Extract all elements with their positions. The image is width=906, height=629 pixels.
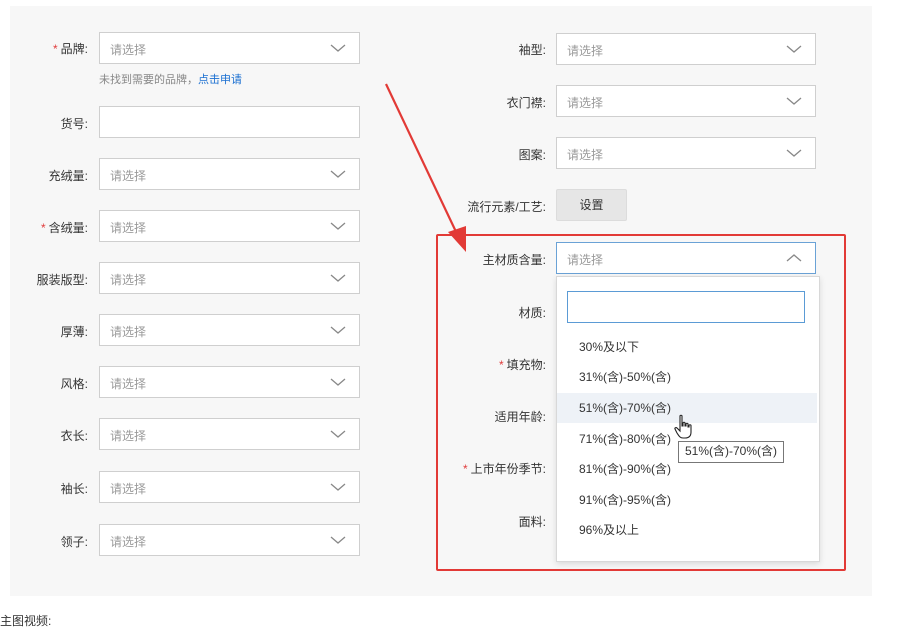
collar-select[interactable]: 请选择 — [99, 524, 360, 556]
style-label: 风格: — [60, 377, 88, 391]
down-content-select[interactable]: 请选择 — [99, 210, 360, 242]
chevron-down-icon — [330, 222, 346, 230]
chevron-down-icon — [330, 44, 346, 52]
sleeve-type-label: 袖型: — [518, 43, 546, 57]
down-fill-amount-select[interactable]: 请选择 — [99, 158, 360, 190]
down-fill-amount-label: 充绒量: — [48, 169, 88, 183]
required-marker: * — [40, 221, 46, 235]
chevron-down-icon — [330, 378, 346, 386]
placket-select[interactable]: 请选择 — [556, 85, 816, 117]
chevron-down-icon — [786, 97, 802, 105]
collar-label: 领子: — [60, 535, 88, 549]
sleeve-type-select[interactable]: 请选择 — [556, 33, 816, 65]
chevron-down-icon — [786, 149, 802, 157]
down-content-label: * 含绒量: — [40, 221, 88, 235]
pattern-label: 图案: — [518, 148, 546, 162]
pattern-select[interactable]: 请选择 — [556, 137, 816, 169]
trend-settings-button[interactable]: 设置 — [556, 189, 627, 221]
annotation-arrow — [385, 83, 466, 252]
chevron-down-icon — [330, 483, 346, 491]
chevron-down-icon — [330, 430, 346, 438]
brand-select[interactable]: 请选择 — [99, 32, 360, 64]
brand-hint: 未找到需要的品牌，点击申请 — [99, 74, 242, 86]
sleeve-length-label: 袖长: — [60, 482, 88, 496]
garment-length-label: 衣长: — [60, 429, 88, 443]
brand-label: * 品牌: — [52, 42, 88, 56]
sleeve-length-select[interactable]: 请选择 — [99, 471, 360, 503]
thickness-select[interactable]: 请选择 — [99, 314, 360, 346]
garment-fit-select[interactable]: 请选择 — [99, 262, 360, 294]
brand-select-placeholder: 请选择 — [110, 43, 147, 57]
chevron-down-icon — [330, 536, 346, 544]
placket-label: 衣门襟: — [506, 96, 546, 110]
chevron-down-icon — [330, 326, 346, 334]
apply-brand-link[interactable]: 点击申请 — [198, 74, 242, 86]
chevron-down-icon — [330, 170, 346, 178]
chevron-down-icon — [786, 45, 802, 53]
highlight-box — [436, 234, 846, 571]
garment-fit-label: 服装版型: — [36, 273, 88, 287]
chevron-down-icon — [330, 274, 346, 282]
style-select[interactable]: 请选择 — [99, 366, 360, 398]
required-marker: * — [52, 42, 58, 56]
item-number-label: 货号: — [60, 117, 88, 131]
thickness-label: 厚薄: — [60, 325, 88, 339]
bottom-field-label: 主图视频: — [0, 614, 52, 628]
item-number-input[interactable] — [99, 106, 360, 138]
garment-length-select[interactable]: 请选择 — [99, 418, 360, 450]
